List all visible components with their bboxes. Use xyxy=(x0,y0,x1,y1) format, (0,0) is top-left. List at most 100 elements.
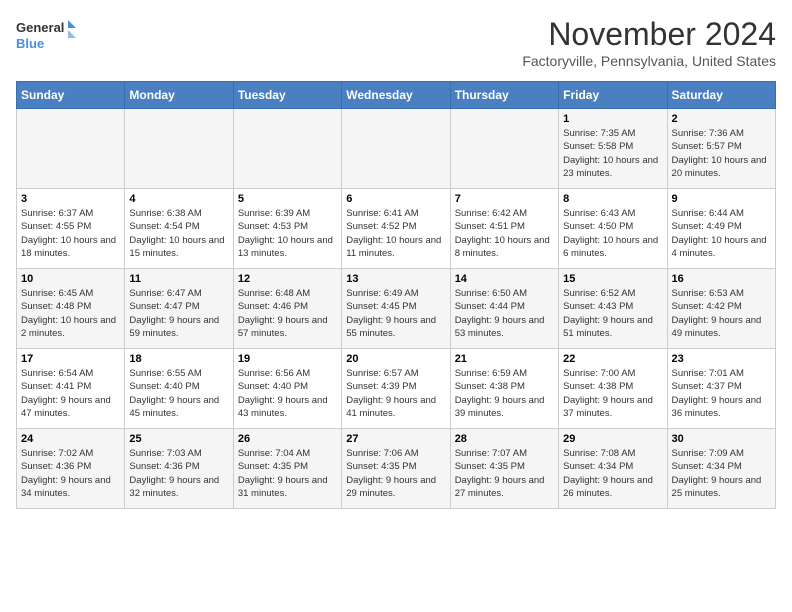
day-of-week-header: Friday xyxy=(559,82,667,109)
day-number: 5 xyxy=(238,193,337,205)
calendar-cell: 1 Sunrise: 7:35 AMSunset: 5:58 PMDaylight… xyxy=(559,109,667,189)
day-info: Sunrise: 6:48 AMSunset: 4:46 PMDaylight:… xyxy=(238,287,337,340)
calendar-cell: 16 Sunrise: 6:53 AMSunset: 4:42 PMDayligh… xyxy=(667,269,775,349)
day-number: 10 xyxy=(21,273,120,285)
day-info: Sunrise: 7:04 AMSunset: 4:35 PMDaylight:… xyxy=(238,447,337,500)
calendar-week-row: 10 Sunrise: 6:45 AMSunset: 4:48 PMDayligh… xyxy=(17,269,776,349)
day-number: 16 xyxy=(672,273,771,285)
calendar-cell: 11Sunrise: 6:47 AMSunset: 4:47 PMDayligh… xyxy=(125,269,233,349)
calendar-cell: 21 Sunrise: 6:59 AMSunset: 4:38 PMDayligh… xyxy=(450,349,558,429)
day-number: 27 xyxy=(346,433,445,445)
day-info: Sunrise: 6:49 AMSunset: 4:45 PMDaylight:… xyxy=(346,287,445,340)
day-number: 6 xyxy=(346,193,445,205)
day-info: Sunrise: 6:52 AMSunset: 4:43 PMDaylight:… xyxy=(563,287,662,340)
day-number: 22 xyxy=(563,353,662,365)
calendar-cell xyxy=(450,109,558,189)
day-info: Sunrise: 6:55 AMSunset: 4:40 PMDaylight:… xyxy=(129,367,228,420)
svg-text:General: General xyxy=(16,20,64,35)
calendar-cell: 12 Sunrise: 6:48 AMSunset: 4:46 PMDayligh… xyxy=(233,269,341,349)
day-number: 17 xyxy=(21,353,120,365)
calendar-cell: 22 Sunrise: 7:00 AMSunset: 4:38 PMDayligh… xyxy=(559,349,667,429)
calendar-cell: 24Sunrise: 7:02 AMSunset: 4:36 PMDayligh… xyxy=(17,429,125,509)
calendar-cell xyxy=(233,109,341,189)
logo: General Blue xyxy=(16,16,76,60)
day-info: Sunrise: 7:35 AMSunset: 5:58 PMDaylight:… xyxy=(563,127,662,180)
svg-text:Blue: Blue xyxy=(16,36,44,51)
day-of-week-header: Saturday xyxy=(667,82,775,109)
calendar-week-row: 1 Sunrise: 7:35 AMSunset: 5:58 PMDaylight… xyxy=(17,109,776,189)
day-info: Sunrise: 6:54 AMSunset: 4:41 PMDaylight:… xyxy=(21,367,120,420)
calendar-cell: 20 Sunrise: 6:57 AMSunset: 4:39 PMDayligh… xyxy=(342,349,450,429)
header: General Blue November 2024 Factoryville,… xyxy=(16,16,776,69)
day-of-week-header: Wednesday xyxy=(342,82,450,109)
calendar-cell xyxy=(17,109,125,189)
day-number: 18 xyxy=(129,353,228,365)
day-number: 4 xyxy=(129,193,228,205)
day-info: Sunrise: 7:07 AMSunset: 4:35 PMDaylight:… xyxy=(455,447,554,500)
calendar-cell: 13 Sunrise: 6:49 AMSunset: 4:45 PMDayligh… xyxy=(342,269,450,349)
calendar-cell: 14Sunrise: 6:50 AMSunset: 4:44 PMDayligh… xyxy=(450,269,558,349)
calendar-week-row: 17 Sunrise: 6:54 AMSunset: 4:41 PMDayligh… xyxy=(17,349,776,429)
calendar-cell: 6 Sunrise: 6:41 AMSunset: 4:52 PMDaylight… xyxy=(342,189,450,269)
day-info: Sunrise: 7:06 AMSunset: 4:35 PMDaylight:… xyxy=(346,447,445,500)
calendar-cell: 9Sunrise: 6:44 AMSunset: 4:49 PMDaylight… xyxy=(667,189,775,269)
day-info: Sunrise: 7:01 AMSunset: 4:37 PMDaylight:… xyxy=(672,367,771,420)
day-number: 7 xyxy=(455,193,554,205)
calendar-cell: 10 Sunrise: 6:45 AMSunset: 4:48 PMDayligh… xyxy=(17,269,125,349)
calendar-cell: 23 Sunrise: 7:01 AMSunset: 4:37 PMDayligh… xyxy=(667,349,775,429)
calendar-cell: 29 Sunrise: 7:08 AMSunset: 4:34 PMDayligh… xyxy=(559,429,667,509)
day-number: 14 xyxy=(455,273,554,285)
calendar-table: SundayMondayTuesdayWednesdayThursdayFrid… xyxy=(16,81,776,509)
day-number: 12 xyxy=(238,273,337,285)
day-info: Sunrise: 7:36 AMSunset: 5:57 PMDaylight:… xyxy=(672,127,771,180)
day-info: Sunrise: 6:57 AMSunset: 4:39 PMDaylight:… xyxy=(346,367,445,420)
day-of-week-header: Thursday xyxy=(450,82,558,109)
day-info: Sunrise: 6:38 AMSunset: 4:54 PMDaylight:… xyxy=(129,207,228,260)
calendar-cell: 28Sunrise: 7:07 AMSunset: 4:35 PMDayligh… xyxy=(450,429,558,509)
calendar-week-row: 3Sunrise: 6:37 AMSunset: 4:55 PMDaylight… xyxy=(17,189,776,269)
day-number: 19 xyxy=(238,353,337,365)
calendar-cell xyxy=(125,109,233,189)
calendar-cell: 5 Sunrise: 6:39 AMSunset: 4:53 PMDaylight… xyxy=(233,189,341,269)
day-number: 20 xyxy=(346,353,445,365)
title-area: November 2024 Factoryville, Pennsylvania… xyxy=(522,16,776,69)
day-number: 1 xyxy=(563,113,662,125)
calendar-cell: 26 Sunrise: 7:04 AMSunset: 4:35 PMDayligh… xyxy=(233,429,341,509)
day-number: 13 xyxy=(346,273,445,285)
day-number: 25 xyxy=(129,433,228,445)
calendar-cell xyxy=(342,109,450,189)
calendar-cell: 15 Sunrise: 6:52 AMSunset: 4:43 PMDayligh… xyxy=(559,269,667,349)
day-number: 21 xyxy=(455,353,554,365)
calendar-cell: 8Sunrise: 6:43 AMSunset: 4:50 PMDaylight… xyxy=(559,189,667,269)
calendar-week-row: 24Sunrise: 7:02 AMSunset: 4:36 PMDayligh… xyxy=(17,429,776,509)
calendar-cell: 3Sunrise: 6:37 AMSunset: 4:55 PMDaylight… xyxy=(17,189,125,269)
subtitle: Factoryville, Pennsylvania, United State… xyxy=(522,53,776,69)
day-info: Sunrise: 6:47 AMSunset: 4:47 PMDaylight:… xyxy=(129,287,228,340)
day-info: Sunrise: 6:59 AMSunset: 4:38 PMDaylight:… xyxy=(455,367,554,420)
day-info: Sunrise: 6:42 AMSunset: 4:51 PMDaylight:… xyxy=(455,207,554,260)
day-info: Sunrise: 6:41 AMSunset: 4:52 PMDaylight:… xyxy=(346,207,445,260)
day-info: Sunrise: 6:39 AMSunset: 4:53 PMDaylight:… xyxy=(238,207,337,260)
day-info: Sunrise: 7:09 AMSunset: 4:34 PMDaylight:… xyxy=(672,447,771,500)
calendar-cell: 2 Sunrise: 7:36 AMSunset: 5:57 PMDaylight… xyxy=(667,109,775,189)
day-number: 23 xyxy=(672,353,771,365)
header-row: SundayMondayTuesdayWednesdayThursdayFrid… xyxy=(17,82,776,109)
day-info: Sunrise: 7:08 AMSunset: 4:34 PMDaylight:… xyxy=(563,447,662,500)
day-info: Sunrise: 7:03 AMSunset: 4:36 PMDaylight:… xyxy=(129,447,228,500)
day-number: 29 xyxy=(563,433,662,445)
day-info: Sunrise: 7:00 AMSunset: 4:38 PMDaylight:… xyxy=(563,367,662,420)
day-number: 2 xyxy=(672,113,771,125)
day-number: 30 xyxy=(672,433,771,445)
day-info: Sunrise: 6:43 AMSunset: 4:50 PMDaylight:… xyxy=(563,207,662,260)
day-number: 9 xyxy=(672,193,771,205)
calendar-cell: 19Sunrise: 6:56 AMSunset: 4:40 PMDayligh… xyxy=(233,349,341,429)
month-title: November 2024 xyxy=(522,16,776,53)
day-number: 26 xyxy=(238,433,337,445)
calendar-cell: 25 Sunrise: 7:03 AMSunset: 4:36 PMDayligh… xyxy=(125,429,233,509)
day-info: Sunrise: 6:53 AMSunset: 4:42 PMDaylight:… xyxy=(672,287,771,340)
day-number: 24 xyxy=(21,433,120,445)
calendar-cell: 30 Sunrise: 7:09 AMSunset: 4:34 PMDayligh… xyxy=(667,429,775,509)
day-info: Sunrise: 6:45 AMSunset: 4:48 PMDaylight:… xyxy=(21,287,120,340)
day-number: 15 xyxy=(563,273,662,285)
day-number: 3 xyxy=(21,193,120,205)
